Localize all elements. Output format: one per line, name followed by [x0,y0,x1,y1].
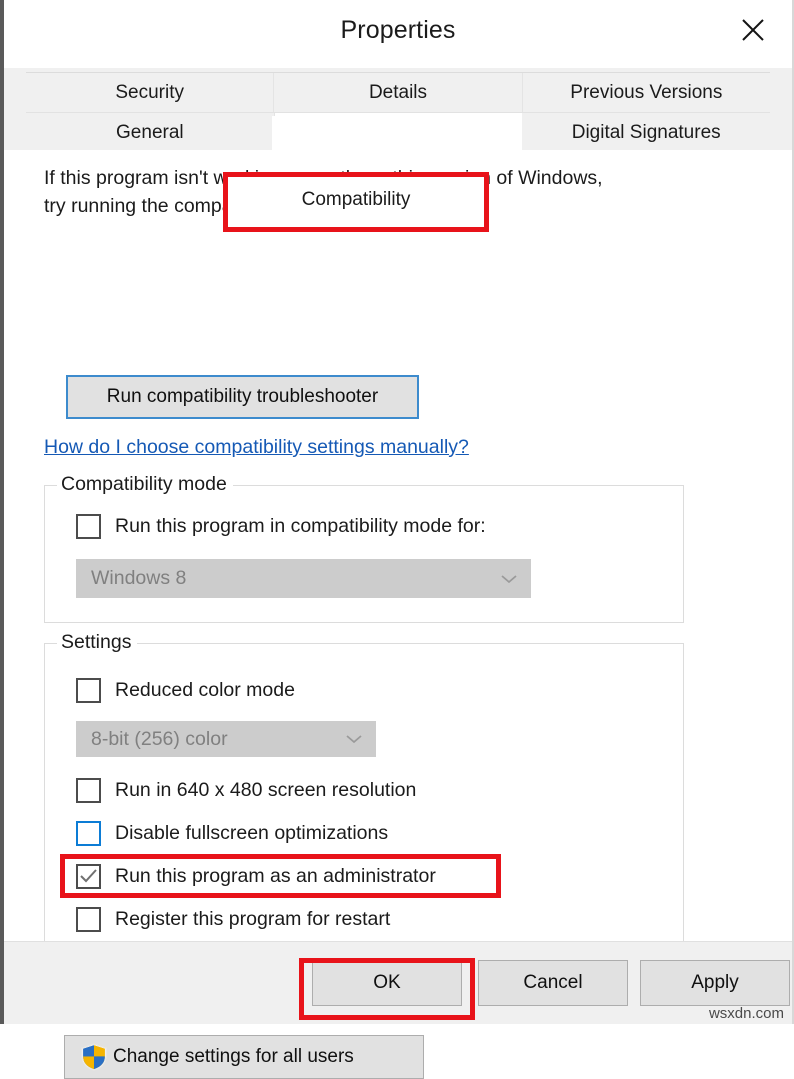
window-title: Properties [340,16,456,44]
button-label: Cancel [523,972,583,993]
checkbox-label: Run this program as an administrator [115,865,436,887]
chevron-down-icon [500,573,518,585]
dropdown-value: Windows 8 [91,567,187,589]
tab-label: General [116,121,184,143]
checkbox-register-for-restart[interactable]: Register this program for restart [76,907,390,932]
properties-dialog: Properties Security Details Previous Ver… [0,0,794,1079]
button-label: Apply [691,972,739,993]
dialog-footer: OK Cancel Apply [4,941,792,1024]
checkbox-run-in-compatibility-mode[interactable]: Run this program in compatibility mode f… [76,514,486,539]
checkbox-box[interactable] [76,864,101,889]
tab-strip: Security Details Previous Versions Gener… [4,68,792,232]
tab-digital-signatures[interactable]: Digital Signatures [522,113,771,152]
checkbox-label: Run this program in compatibility mode f… [115,515,486,537]
checkbox-label: Disable fullscreen optimizations [115,822,389,844]
close-button[interactable] [722,0,784,60]
compatibility-mode-groupbox: Compatibility mode [44,473,684,623]
button-label: Change settings for all users [113,1046,354,1067]
checkbox-disable-fullscreen-optimizations[interactable]: Disable fullscreen optimizations [76,821,388,846]
checkmark-icon [79,868,98,885]
groupbox-title: Settings [57,631,138,654]
checkbox-run-640x480[interactable]: Run in 640 x 480 screen resolution [76,778,416,803]
cancel-button[interactable]: Cancel [478,960,628,1006]
tab-label: Previous Versions [570,81,723,103]
color-depth-dropdown[interactable]: 8-bit (256) color [76,721,376,757]
checkbox-reduced-color-mode[interactable]: Reduced color mode [76,678,295,703]
button-label: OK [373,972,401,993]
compatibility-settings-help-link[interactable]: How do I choose compatibility settings m… [44,436,469,459]
compatibility-panel: If this program isn't working correctly … [26,150,770,1079]
title-bar: Properties [4,0,792,68]
checkbox-box[interactable] [76,778,101,803]
checkbox-box[interactable] [76,514,101,539]
checkbox-label: Register this program for restart [115,908,391,930]
change-settings-for-all-users-button[interactable]: Change settings for all users [64,1035,424,1079]
tab-label: Digital Signatures [571,121,721,143]
dropdown-value: 8-bit (256) color [91,727,228,750]
selected-tab-underfill [272,116,510,158]
tab-general[interactable]: General [26,113,275,152]
tab-row-1: Security Details Previous Versions [26,72,770,112]
tab-label: Details [368,81,428,103]
checkbox-label: Run in 640 x 480 screen resolution [115,779,417,801]
run-compatibility-troubleshooter-button[interactable]: Run compatibility troubleshooter [66,375,419,419]
chevron-down-icon [345,733,363,745]
watermark: wsxdn.com [708,1005,784,1022]
tab-label: Security [115,81,184,103]
groupbox-title: Compatibility mode [57,473,233,496]
ok-button[interactable]: OK [312,960,462,1006]
uac-shield-icon [81,1043,107,1071]
tab-details[interactable]: Details [274,73,523,112]
checkbox-box[interactable] [76,907,101,932]
compatibility-os-dropdown[interactable]: Windows 8 [76,559,531,598]
apply-button[interactable]: Apply [640,960,790,1006]
tab-security[interactable]: Security [26,73,275,112]
checkbox-box[interactable] [76,678,101,703]
checkbox-box[interactable] [76,821,101,846]
close-icon [740,17,766,43]
checkbox-run-as-administrator[interactable]: Run this program as an administrator [76,864,436,889]
checkbox-label: Reduced color mode [115,679,295,701]
intro-text: If this program isn't working correctly … [44,167,603,217]
button-label: Run compatibility troubleshooter [106,386,379,407]
tab-previous-versions[interactable]: Previous Versions [522,73,770,112]
